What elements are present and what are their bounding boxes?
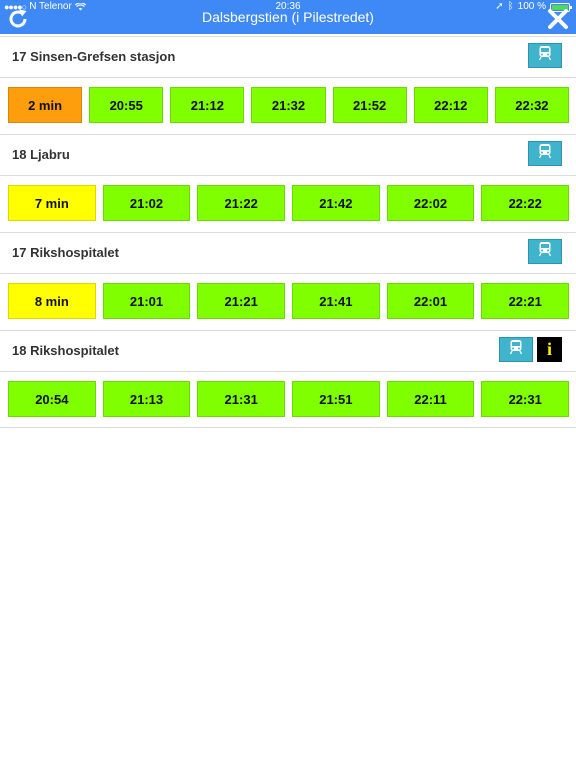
info-button[interactable]: i [537,337,562,362]
departure-times: 20:54 21:13 21:31 21:51 22:11 22:31 [0,372,576,428]
tram-icon [537,241,553,262]
departure-time[interactable]: 21:42 [292,185,380,221]
departure-time[interactable]: 8 min [8,283,96,319]
departure-list: 17 Sinsen-Grefsen stasjon 2 min 20:55 21:12… [0,36,576,428]
departure-time[interactable]: 20:55 [89,87,164,123]
departure-time[interactable]: 22:02 [386,185,475,221]
route-actions [528,43,562,68]
departure-time[interactable]: 21:31 [197,381,286,417]
departure-time[interactable]: 21:21 [197,283,286,319]
route-actions: i [499,337,562,362]
departure-time[interactable]: 21:02 [102,185,191,221]
departure-time[interactable]: 21:51 [292,381,380,417]
route-section: 18 Ljabru 7 min 21:02 21:22 21:42 22:02 22:22 [0,134,576,232]
departure-time[interactable]: 21:12 [170,87,245,123]
departure-time[interactable]: 22:12 [413,87,488,123]
route-name: 18 Rikshospitalet [12,343,119,358]
tram-icon [537,45,553,66]
departure-time[interactable]: 22:31 [481,381,570,417]
departure-times: 2 min 20:55 21:12 21:32 21:52 22:12 22:32 [0,78,576,134]
close-icon[interactable] [546,7,570,31]
route-header: 18 Ljabru [0,135,576,176]
departure-time[interactable]: 21:41 [292,283,380,319]
departure-time[interactable]: 21:52 [332,87,407,123]
navigation-bar: ●●●●○ N Telenor 20:36 ➚ ᛒ 100 % Dalsberg… [0,0,576,34]
route-header: 17 Rikshospitalet [0,233,576,274]
departure-time[interactable]: 2 min [8,87,83,123]
departure-times: 8 min 21:01 21:21 21:41 22:01 22:21 [0,274,576,330]
departure-times: 7 min 21:02 21:22 21:42 22:02 22:22 [0,176,576,232]
tram-button[interactable] [528,43,562,68]
tram-button[interactable] [528,141,562,166]
departure-time[interactable]: 22:21 [481,283,570,319]
route-header: 18 Rikshospitalet i [0,331,576,372]
tram-icon [508,339,524,360]
tram-icon [537,143,553,164]
departure-time[interactable]: 20:54 [8,381,96,417]
tram-button[interactable] [499,337,533,362]
tram-button[interactable] [528,239,562,264]
route-name: 17 Sinsen-Grefsen stasjon [12,49,176,64]
page-title: Dalsbergstien (i Pilestredet) [202,9,374,25]
route-section: 17 Rikshospitalet 8 min 21:01 21:21 21:41 22:… [0,232,576,330]
departure-time[interactable]: 21:22 [197,185,286,221]
info-icon: i [546,339,552,359]
route-name: 17 Rikshospitalet [12,245,119,260]
departure-time[interactable]: 21:01 [102,283,191,319]
departure-time[interactable]: 21:13 [102,381,191,417]
route-actions [528,141,562,166]
battery-label: 100 % [517,1,546,12]
route-section: 17 Sinsen-Grefsen stasjon 2 min 20:55 21:12… [0,36,576,134]
departure-time[interactable]: 22:01 [386,283,475,319]
departure-time[interactable]: 22:11 [386,381,475,417]
departure-time[interactable]: 22:22 [481,185,570,221]
departure-time[interactable]: 22:32 [494,87,569,123]
refresh-icon[interactable] [6,7,30,31]
departure-time[interactable]: 21:32 [251,87,326,123]
departure-time[interactable]: 7 min [8,185,96,221]
route-header: 17 Sinsen-Grefsen stasjon [0,37,576,78]
route-section: 18 Rikshospitalet i 20:54 21:13 21:31 21:51 22… [0,330,576,428]
route-name: 18 Ljabru [12,147,70,162]
route-actions [528,239,562,264]
